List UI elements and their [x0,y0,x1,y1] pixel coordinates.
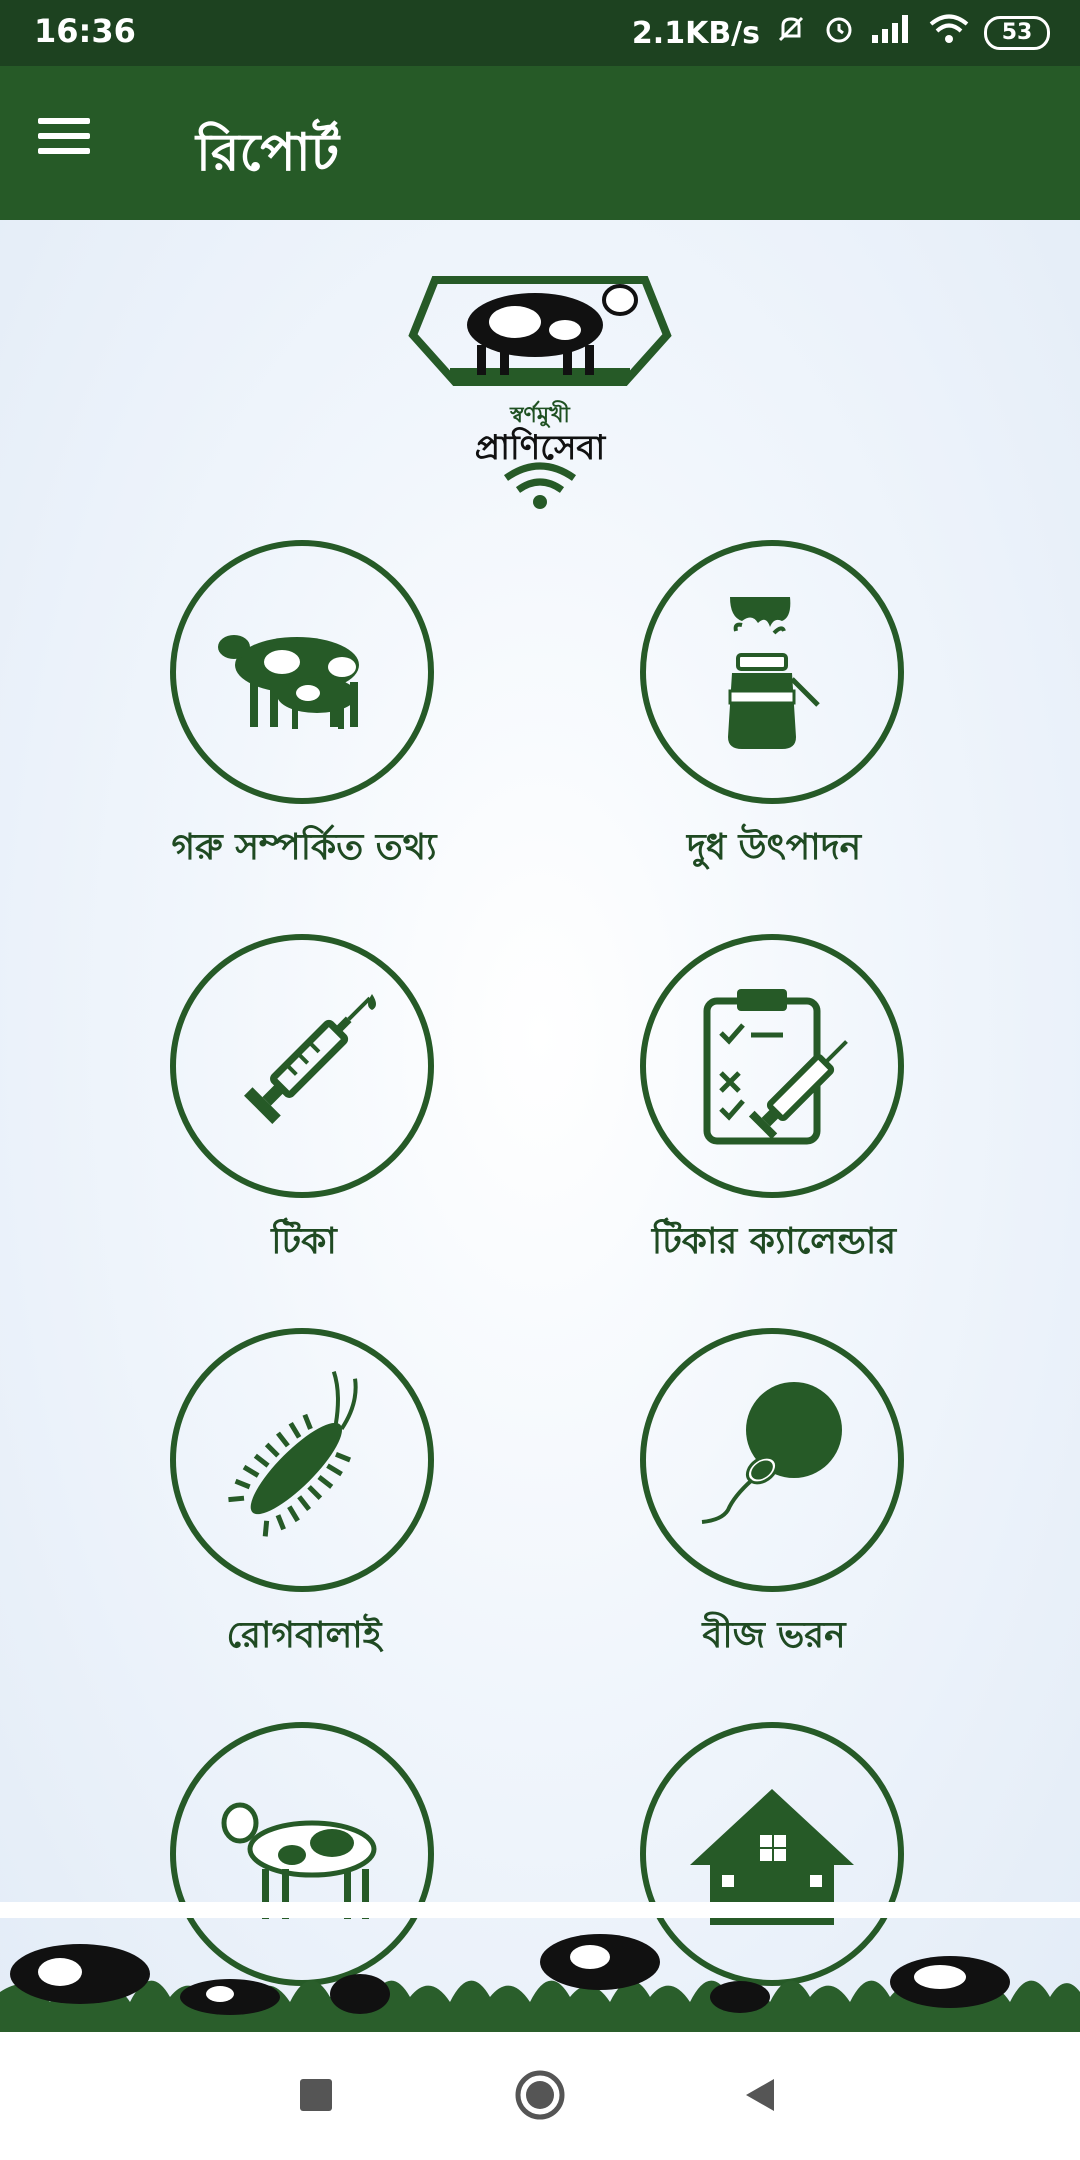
logo-wifi-icon [503,462,577,509]
tile-label: দুধ উৎপাদন [686,827,862,868]
tile-circle[interactable] [170,934,434,1198]
triangle-back-icon[interactable] [720,2060,800,2130]
vaccine-calendar-icon [703,989,848,1145]
bacteria-icon [228,1370,358,1537]
syringe-icon [244,994,376,1124]
dashboard-content[interactable]: স্বর্ণমুখী প্রাণিসেবা গরু সম্পর্কিত তথ্য… [0,220,1080,2032]
status-icons: 2.1KB/s 53 [632,10,1050,56]
tile-vaccine[interactable]: টিকা [104,934,504,1274]
tile-label: টিকার ক্যালেন্ডার [651,1221,897,1262]
cows-icon [218,635,359,729]
tile-label: বীজ ভরন [702,1615,846,1656]
square-recent-icon[interactable] [276,2060,356,2130]
system-nav-bar [0,2032,1080,2160]
milk-can-icon [728,597,820,749]
tile-circle[interactable] [640,934,904,1198]
sperm-egg-icon [701,1382,842,1524]
status-bar: 16:36 2.1KB/s 53 [0,0,1080,66]
tile-circle[interactable] [170,1328,434,1592]
tile-vaccine-calendar[interactable]: টিকার ক্যালেন্ডার [574,934,974,1274]
tile-insemination[interactable]: বীজ ভরন [574,1328,974,1668]
mute-icon [774,12,808,54]
app-logo: স্বর্ণমুখী প্রাণিসেবা [405,250,675,510]
app-bar: রিপোর্ট [0,66,1080,220]
tile-circle[interactable] [640,1328,904,1592]
hamburger-menu-icon[interactable] [38,109,118,179]
signal-icon [870,13,914,53]
tile-label: টিকা [271,1221,337,1262]
battery-indicator: 53 [984,16,1050,50]
tile-circle[interactable] [170,540,434,804]
tile-cow-info[interactable]: গরু সম্পর্কিত তথ্য [104,540,504,880]
status-time: 16:36 [34,12,136,50]
tile-label: রোগবালাই [226,1615,382,1656]
wifi-icon [928,13,970,53]
tile-disease[interactable]: রোগবালাই [104,1328,504,1668]
logo-cow-emblem-icon [408,276,672,386]
tile-circle[interactable] [640,540,904,804]
page-title: রিপোর্ট [196,123,340,183]
network-speed: 2.1KB/s [631,15,760,51]
grass-cows-footer-decoration [0,1902,1080,2032]
alarm-icon [822,12,856,54]
tile-milk-production[interactable]: দুধ উৎপাদন [574,540,974,880]
tile-label: গরু সম্পর্কিত তথ্য [171,827,437,868]
circle-home-icon[interactable] [500,2060,580,2130]
